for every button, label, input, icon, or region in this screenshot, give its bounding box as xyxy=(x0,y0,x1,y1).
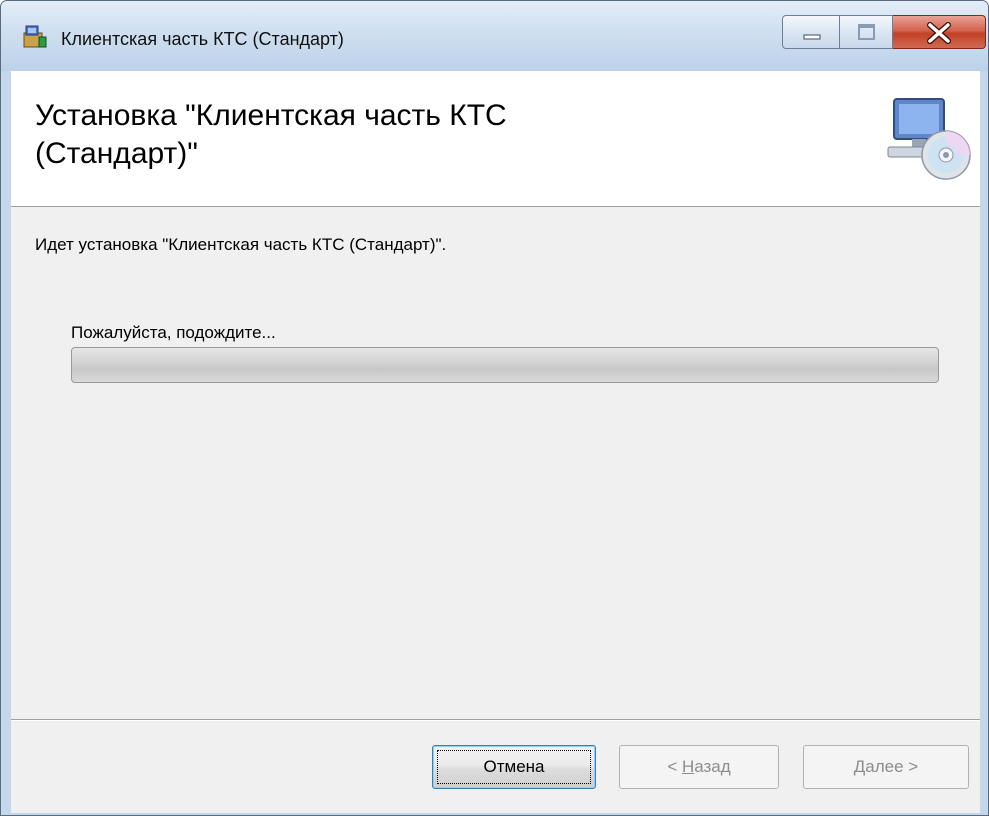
back-button-label: азад xyxy=(694,757,731,776)
installer-window: Клиентская часть КТС (Стандарт) Установк… xyxy=(0,0,989,816)
minimize-button[interactable] xyxy=(782,15,840,49)
page-title: Установка "Клиентская часть КТС (Стандар… xyxy=(35,97,735,173)
status-text: Идет установка "Клиентская часть КТС (Ст… xyxy=(35,235,447,254)
focus-rectangle xyxy=(437,750,591,784)
dialog-client-area: Установка "Клиентская часть КТС (Стандар… xyxy=(11,71,980,813)
banner: Установка "Клиентская часть КТС (Стандар… xyxy=(11,71,980,207)
installer-icon xyxy=(23,25,47,48)
back-button[interactable]: < Назад xyxy=(619,745,779,789)
next-button-label: алее > xyxy=(865,757,919,776)
next-button[interactable]: Далее > xyxy=(803,745,969,789)
close-button[interactable] xyxy=(893,15,986,49)
computer-disc-icon xyxy=(887,98,971,180)
minimize-icon xyxy=(803,34,821,40)
close-icon xyxy=(927,22,951,44)
wait-text: Пожалуйста, подождите... xyxy=(71,323,276,342)
title-bar[interactable]: Клиентская часть КТС (Стандарт) xyxy=(1,1,988,71)
back-button-prefix: < xyxy=(667,757,682,776)
maximize-button[interactable] xyxy=(840,15,893,49)
footer-divider xyxy=(11,719,980,721)
page-title-line-1: Установка "Клиентская часть КТС xyxy=(35,99,507,132)
back-button-mnemonic: Н xyxy=(681,757,695,776)
page-title-line-2: (Стандарт)" xyxy=(35,137,198,170)
next-button-mnemonic: Д xyxy=(853,757,866,776)
cancel-button[interactable]: Отмена xyxy=(432,745,596,789)
progress-bar xyxy=(71,347,939,383)
window-title: Клиентская часть КТС (Стандарт) xyxy=(61,29,344,49)
maximize-icon xyxy=(858,24,875,40)
